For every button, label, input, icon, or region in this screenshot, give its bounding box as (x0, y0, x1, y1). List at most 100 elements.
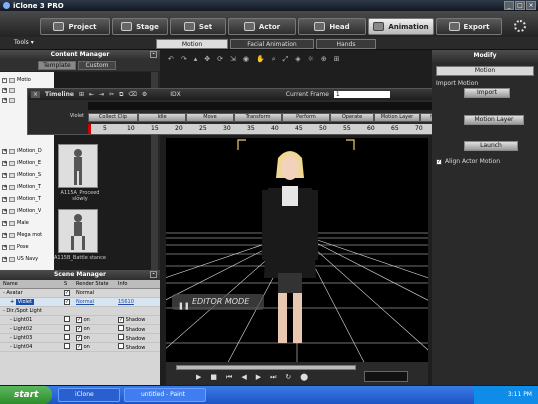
camera-icon[interactable]: ◉ (243, 55, 249, 63)
track-motion-layer[interactable]: Motion Layer (374, 113, 420, 122)
tree-item[interactable]: + Mega mot (0, 230, 42, 240)
scale-icon[interactable]: ⇲ (230, 55, 236, 63)
forward-icon[interactable]: ▶ (256, 373, 261, 382)
expand-icon[interactable]: + (2, 220, 7, 226)
align-actor-motion-row[interactable]: ✓ Align Actor Motion (436, 158, 500, 165)
loop-icon[interactable]: ↻ (285, 373, 291, 382)
tree-item[interactable]: + (0, 85, 15, 95)
import-button[interactable]: Import (464, 88, 510, 98)
light-icon[interactable]: ☼ (308, 55, 314, 63)
tree-item[interactable]: + iMotion_T (0, 194, 41, 204)
settings-gear-icon[interactable] (514, 20, 526, 32)
timeline-tool-icon[interactable]: ⧉ (119, 91, 123, 99)
track-idle[interactable]: Idle (138, 113, 186, 122)
launch-button[interactable]: Launch (464, 141, 518, 151)
timeline-tool-icon[interactable]: ⇤ (89, 91, 94, 98)
expand-icon[interactable]: + (2, 232, 7, 238)
expand-icon[interactable]: + (2, 184, 7, 190)
expand-icon[interactable]: + (2, 196, 7, 202)
timeline-tool-icon[interactable]: ⌫ (128, 91, 136, 98)
scene-row-light01[interactable]: - Light01 ✓ on ✓ Shadow (0, 316, 160, 325)
collapse-icon[interactable]: - (2, 77, 7, 83)
tree-item[interactable]: + Male (0, 218, 29, 228)
motion-layer-button[interactable]: Motion Layer (464, 115, 524, 125)
column-render-state[interactable]: Render State (76, 280, 118, 288)
close-button[interactable]: × (526, 1, 536, 10)
tab-project[interactable]: Project (40, 18, 110, 35)
visibility-checkbox[interactable] (64, 316, 70, 322)
render-icon[interactable]: ◈ (295, 55, 300, 63)
tab-actor[interactable]: Actor (228, 18, 296, 35)
timeline-ruler[interactable]: 5 10 15 20 25 30 35 40 45 50 55 60 65 70… (88, 124, 464, 134)
subtab-hands[interactable]: Hands (316, 39, 376, 49)
scene-row-lights[interactable]: - Dir./Spot Light (0, 307, 160, 316)
column-s[interactable]: S (64, 280, 76, 288)
close-panel-icon[interactable]: - (150, 51, 157, 58)
track-move[interactable]: Move (186, 113, 234, 122)
scene-row-light02[interactable]: - Light02 ✓ on Shadow (0, 325, 160, 334)
tree-item[interactable]: + (0, 95, 15, 105)
stop-icon[interactable]: ■ (210, 373, 217, 382)
start-button[interactable]: start (0, 386, 52, 404)
column-info[interactable]: Info (118, 280, 148, 288)
tree-item[interactable]: + iMotion_D (0, 146, 42, 156)
timeline-tool-icon[interactable]: ⊞ (79, 91, 84, 98)
state-checkbox[interactable]: ✓ (76, 344, 82, 350)
redo-icon[interactable]: ↷ (181, 55, 187, 63)
expand-icon[interactable]: + (2, 244, 7, 250)
playhead-marker[interactable] (88, 124, 91, 134)
scene-row-violet[interactable]: + Violet ✓ Normal 15610 (0, 298, 160, 307)
next-frame-icon[interactable]: ⏭ (270, 373, 276, 382)
column-name[interactable]: Name (0, 280, 64, 288)
tab-animation[interactable]: Animation (368, 18, 434, 35)
play-icon[interactable]: ▶ (196, 373, 201, 382)
visibility-checkbox[interactable]: ✓ (64, 299, 70, 305)
track-operate[interactable]: Operate (330, 113, 374, 122)
task-paint[interactable]: untitled - Paint (124, 388, 206, 402)
grid-icon[interactable]: ⊞ (334, 55, 340, 63)
tree-item[interactable]: + iMotion_T (0, 182, 41, 192)
tab-set[interactable]: Set (170, 18, 226, 35)
fit-icon[interactable]: ⤢ (283, 55, 289, 64)
track-name[interactable]: Violet (28, 113, 88, 122)
tab-export[interactable]: Export (436, 18, 502, 35)
rotate-icon[interactable]: ⟳ (217, 55, 223, 63)
shadow-checkbox[interactable] (118, 325, 124, 331)
current-frame-input[interactable]: 1 (333, 91, 390, 98)
tools-menu[interactable]: Tools ▾ (14, 39, 34, 46)
actor-figure[interactable] (262, 151, 318, 343)
tree-item[interactable]: + US Navy (0, 254, 38, 264)
close-panel-icon[interactable]: - (150, 271, 157, 278)
tab-head[interactable]: Head (298, 18, 366, 35)
timeline-tool-icon[interactable]: ⇥ (99, 91, 104, 98)
move-icon[interactable]: ✥ (204, 55, 210, 63)
tab-template[interactable]: Template (38, 61, 76, 70)
timeline-close-icon[interactable]: × (31, 91, 41, 98)
subtab-motion[interactable]: Motion (156, 39, 228, 49)
subtab-facial-animation[interactable]: Facial Animation (230, 39, 314, 49)
timeline-tool-icon[interactable]: ✂ (109, 91, 114, 98)
zoom-icon[interactable]: ⌕ (272, 55, 276, 64)
state-checkbox[interactable]: ✓ (76, 326, 82, 332)
visibility-checkbox[interactable] (64, 334, 70, 340)
expand-icon[interactable]: + (2, 97, 7, 103)
task-iclone[interactable]: iClone (58, 388, 120, 402)
expand-icon[interactable]: + (2, 160, 7, 166)
thumbnail-proceed-slowly[interactable] (58, 144, 98, 188)
snap-icon[interactable]: ⊕ (321, 55, 327, 63)
expand-icon[interactable]: + (2, 87, 7, 93)
camera-record-icon[interactable]: ⬤ (300, 373, 308, 382)
minimize-button[interactable]: _ (504, 1, 514, 10)
scene-row-avatar[interactable]: - Avatar ✓ Normal (0, 289, 160, 298)
align-actor-motion-checkbox[interactable]: ✓ (436, 158, 442, 165)
tab-custom[interactable]: Custom (78, 61, 116, 70)
3d-viewport[interactable]: ❚❚ EDITOR MODE (166, 138, 428, 366)
tree-item[interactable]: + iMotion_E (0, 158, 41, 168)
maximize-button[interactable]: □ (515, 1, 525, 10)
track-collect-clip[interactable]: Collect Clip (88, 113, 138, 122)
state-checkbox[interactable]: ✓ (76, 317, 82, 323)
undo-icon[interactable]: ↶ (168, 55, 174, 63)
playback-slider[interactable] (176, 365, 356, 370)
shadow-checkbox[interactable]: ✓ (118, 317, 124, 323)
expand-icon[interactable]: + (2, 208, 7, 214)
